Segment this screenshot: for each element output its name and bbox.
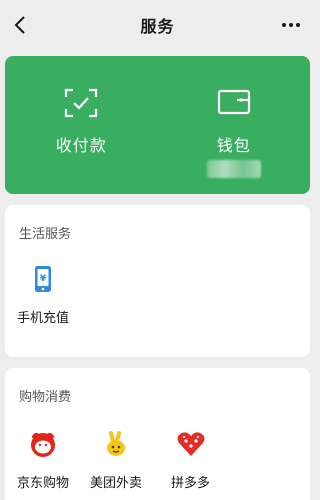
pinduoduo-label: 拼多多 <box>171 476 211 491</box>
meituan-icon <box>103 430 129 462</box>
shopping-card: 购物消费 京东购物 美团外卖 拼多多 <box>5 368 310 500</box>
wallet-button[interactable]: 钱包 <box>158 56 311 194</box>
pinduoduo-icon <box>176 430 206 462</box>
phone-recharge-button[interactable]: ¥ 手机充值 <box>17 265 69 326</box>
page-title: 服务 <box>140 17 175 36</box>
phone-recharge-icon: ¥ <box>32 265 54 297</box>
wallet-balance-hidden <box>206 160 261 178</box>
meituan-waimai-label: 美团外卖 <box>90 476 143 491</box>
meituan-waimai-button[interactable]: 美团外卖 <box>90 430 142 491</box>
svg-text:¥: ¥ <box>40 274 47 284</box>
more-dots-icon[interactable] <box>277 14 305 36</box>
pinduoduo-button[interactable]: 拼多多 <box>171 430 210 491</box>
scan-check-icon <box>64 88 98 122</box>
receive-pay-button[interactable]: 收付款 <box>5 56 158 194</box>
section-title-life: 生活服务 <box>19 227 72 242</box>
chevron-left-icon[interactable] <box>8 11 32 39</box>
phone-recharge-label: 手机充值 <box>17 311 70 326</box>
payment-card: 收付款 钱包 <box>5 56 310 194</box>
section-title-shopping: 购物消费 <box>19 390 72 405</box>
jd-shopping-button[interactable]: 京东购物 <box>17 430 69 491</box>
wallet-label: 钱包 <box>216 136 251 155</box>
nav-bar: 服务 <box>0 0 315 50</box>
receive-pay-label: 收付款 <box>55 136 107 155</box>
jd-icon <box>28 430 58 462</box>
jd-shopping-label: 京东购物 <box>17 476 70 491</box>
life-services-card: 生活服务 ¥ 手机充值 <box>5 205 310 357</box>
wallet-icon <box>217 88 251 120</box>
